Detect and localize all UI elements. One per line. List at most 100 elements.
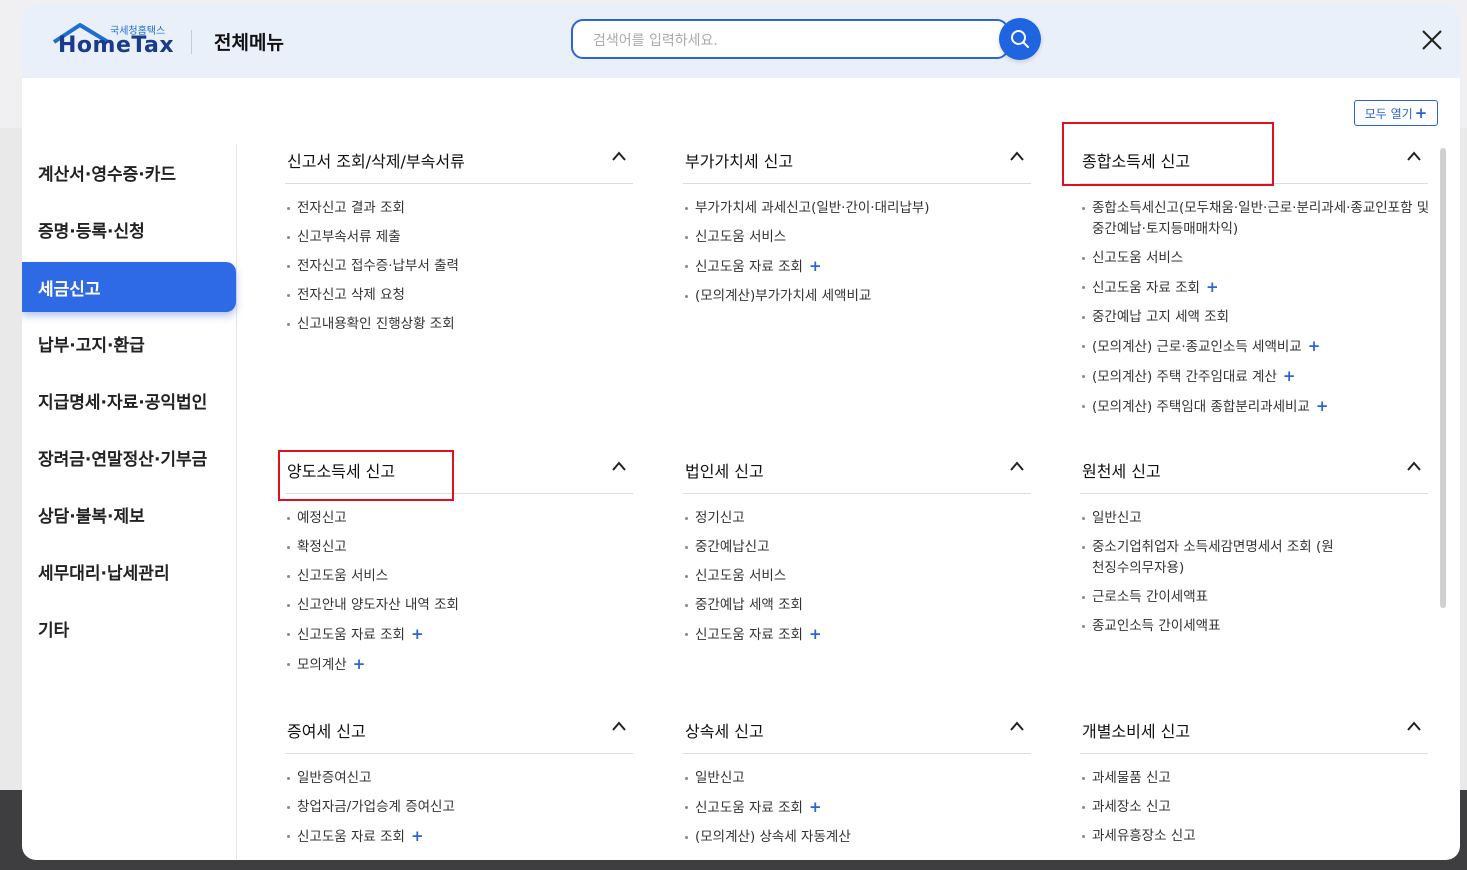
menu-item[interactable]: 과세물품 신고 xyxy=(1080,768,1428,789)
menu-item[interactable]: 예정신고 xyxy=(285,508,633,529)
plus-icon[interactable]: + xyxy=(809,625,822,643)
chevron-up-icon[interactable] xyxy=(1009,150,1025,162)
menu-item[interactable]: 일반신고 xyxy=(683,768,1031,789)
sidebar-item-payment-notice-refund[interactable]: 납부·고지·환급 xyxy=(22,318,236,368)
plus-icon[interactable]: + xyxy=(809,257,822,275)
menu-item[interactable]: 정기신고 xyxy=(683,508,1031,529)
sidebar-item-tax-filing[interactable]: 세금신고 xyxy=(22,262,236,312)
chevron-up-icon[interactable] xyxy=(1406,150,1422,162)
section-withholding-tax: 원천세 신고 일반신고 중소기업취업자 소득세감면명세서 조회 (원천징수의무자… xyxy=(1080,450,1428,634)
logo-wordmark: HomeTax xyxy=(58,33,175,58)
menu-item[interactable]: 근로소득 간이세액표 xyxy=(1080,587,1428,608)
menu-item[interactable]: 신고안내 양도자산 내역 조회 xyxy=(285,595,633,616)
section-header[interactable]: 신고서 조회/삭제/부속서류 xyxy=(285,140,633,184)
plus-icon[interactable]: + xyxy=(353,655,366,673)
menu-item[interactable]: (모의계산) 근로·종교인소득 세액비교 + xyxy=(1080,336,1428,358)
sidebar-item-label: 장려금·연말정산·기부금 xyxy=(38,449,208,470)
menu-item[interactable]: 중소기업취업자 소득세감면명세서 조회 (원천징수의무자용) xyxy=(1080,537,1342,579)
close-icon xyxy=(1422,30,1442,50)
menu-item[interactable]: 중간예납 고지 세액 조회 xyxy=(1080,307,1428,328)
section-header[interactable]: 부가가치세 신고 xyxy=(683,140,1031,184)
menu-item[interactable]: 확정신고 xyxy=(285,537,633,558)
highlight-box-income-tax xyxy=(1062,122,1274,186)
sidebar-item-etc[interactable]: 기타 xyxy=(22,603,236,653)
section-header[interactable]: 개별소비세 신고 xyxy=(1080,710,1428,754)
sidebar-item-label: 상담·불복·제보 xyxy=(38,506,145,527)
menu-item[interactable]: 신고도움 서비스 xyxy=(1080,248,1428,269)
chevron-up-icon[interactable] xyxy=(1009,460,1025,472)
expand-all-button[interactable]: 모두 열기 + xyxy=(1354,100,1438,126)
menu-item[interactable]: 종교인소득 간이세액표 xyxy=(1080,616,1428,637)
plus-icon[interactable]: + xyxy=(411,625,424,643)
menu-item[interactable]: 신고도움 자료 조회 + xyxy=(683,624,1031,646)
section-header[interactable]: 상속세 신고 xyxy=(683,710,1031,754)
menu-item[interactable]: (모의계산) 주택임대 종합분리과세비교 + xyxy=(1080,396,1428,418)
menu-item[interactable]: 과세유흥장소 신고 xyxy=(1080,826,1428,847)
sidebar-item-label: 계산서·영수증·카드 xyxy=(38,164,177,185)
menu-item[interactable]: 종합소득세신고(모두채움·일반·근로·분리과세·종교인포함 및 중간예납·토지등… xyxy=(1080,198,1432,240)
sidebar-item-payment-statements[interactable]: 지급명세·자료·공익법인 xyxy=(22,375,236,425)
chevron-up-icon[interactable] xyxy=(1406,720,1422,732)
scrollbar[interactable] xyxy=(1440,148,1446,608)
chevron-up-icon[interactable] xyxy=(611,720,627,732)
sidebar: 계산서·영수증·카드 증명·등록·신청 세금신고 납부·고지·환급 지급명세·자… xyxy=(22,144,237,860)
section-header[interactable]: 증여세 신고 xyxy=(285,710,633,754)
plus-icon[interactable]: + xyxy=(1206,278,1219,296)
sidebar-item-consultation-appeal[interactable]: 상담·불복·제보 xyxy=(22,489,236,539)
sidebar-item-incentives-year-end[interactable]: 장려금·연말정산·기부금 xyxy=(22,432,236,482)
search-input[interactable] xyxy=(591,29,975,53)
chevron-up-icon[interactable] xyxy=(1009,720,1025,732)
chevron-up-icon[interactable] xyxy=(611,460,627,472)
hometax-logo[interactable]: 국세청홈택스 HomeTax xyxy=(52,20,192,64)
search-icon xyxy=(1011,30,1029,48)
menu-item[interactable]: 신고부속서류 제출 xyxy=(285,227,633,248)
menu-item[interactable]: 신고도움 자료 조회 + xyxy=(285,826,633,848)
menu-item[interactable]: 모의계산 + xyxy=(285,654,633,676)
plus-icon[interactable]: + xyxy=(1316,397,1329,415)
menu-item[interactable]: 신고도움 자료 조회 + xyxy=(683,797,1031,819)
menu-item[interactable]: 신고도움 자료 조회 + xyxy=(1080,277,1428,299)
menu-item[interactable]: 신고도움 자료 조회 + xyxy=(285,624,633,646)
plus-icon[interactable]: + xyxy=(411,827,424,845)
menu-item[interactable]: 전자신고 결과 조회 xyxy=(285,198,633,219)
search-button[interactable] xyxy=(999,18,1041,60)
menu-item[interactable]: (모의계산) 상속세 자동계산 xyxy=(683,827,1031,848)
section-title: 증여세 신고 xyxy=(287,722,366,741)
menu-item[interactable]: 일반증여신고 xyxy=(285,768,633,789)
menu-item[interactable]: 신고도움 서비스 xyxy=(683,566,1031,587)
section-excise-tax: 개별소비세 신고 과세물품 신고 과세장소 신고 과세유흥장소 신고 xyxy=(1080,710,1428,844)
menu-item[interactable]: 신고도움 서비스 xyxy=(285,566,633,587)
sidebar-item-label: 지급명세·자료·공익법인 xyxy=(38,392,208,413)
menu-item[interactable]: 신고도움 서비스 xyxy=(683,227,1031,248)
chevron-up-icon[interactable] xyxy=(611,150,627,162)
menu-item[interactable]: 과세장소 신고 xyxy=(1080,797,1428,818)
expand-all-label: 모두 열기 xyxy=(1364,106,1413,121)
menu-item[interactable]: 중간예납신고 xyxy=(683,537,1031,558)
sidebar-item-invoice-receipt-card[interactable]: 계산서·영수증·카드 xyxy=(22,147,236,197)
section-title: 상속세 신고 xyxy=(685,722,764,741)
menu-item[interactable]: 일반신고 xyxy=(1080,508,1428,529)
menu-item[interactable]: 전자신고 접수증·납부서 출력 xyxy=(285,256,633,277)
section-title: 부가가치세 신고 xyxy=(685,152,794,171)
menu-item[interactable]: 신고내용확인 진행상황 조회 xyxy=(285,314,633,335)
sidebar-item-label: 납부·고지·환급 xyxy=(38,335,145,356)
chevron-up-icon[interactable] xyxy=(1406,460,1422,472)
section-title: 원천세 신고 xyxy=(1082,462,1161,481)
section-title: 법인세 신고 xyxy=(685,462,764,481)
plus-icon[interactable]: + xyxy=(1283,367,1296,385)
section-header[interactable]: 법인세 신고 xyxy=(683,450,1031,494)
menu-item[interactable]: 부가가치세 과세신고(일반·간이·대리납부) xyxy=(683,198,1031,219)
plus-icon[interactable]: + xyxy=(1308,337,1321,355)
close-button[interactable] xyxy=(1420,28,1444,52)
menu-item[interactable]: 신고도움 자료 조회 + xyxy=(683,256,1031,278)
menu-item[interactable]: (모의계산) 주택 간주임대료 계산 + xyxy=(1080,366,1428,388)
section-header[interactable]: 원천세 신고 xyxy=(1080,450,1428,494)
menu-item[interactable]: 창업자금/가업승계 증여신고 xyxy=(285,797,633,818)
menu-item[interactable]: (모의계산)부가가치세 세액비교 xyxy=(683,286,1031,307)
menu-item[interactable]: 전자신고 삭제 요청 xyxy=(285,285,633,306)
section-corporate-tax: 법인세 신고 정기신고 중간예납신고 신고도움 서비스 중간예납 세액 조회 신… xyxy=(683,450,1031,643)
menu-item[interactable]: 중간예납 세액 조회 xyxy=(683,595,1031,616)
plus-icon[interactable]: + xyxy=(809,798,822,816)
sidebar-item-certificate-registration[interactable]: 증명·등록·신청 xyxy=(22,204,236,254)
sidebar-item-tax-agent[interactable]: 세무대리·납세관리 xyxy=(22,546,236,596)
